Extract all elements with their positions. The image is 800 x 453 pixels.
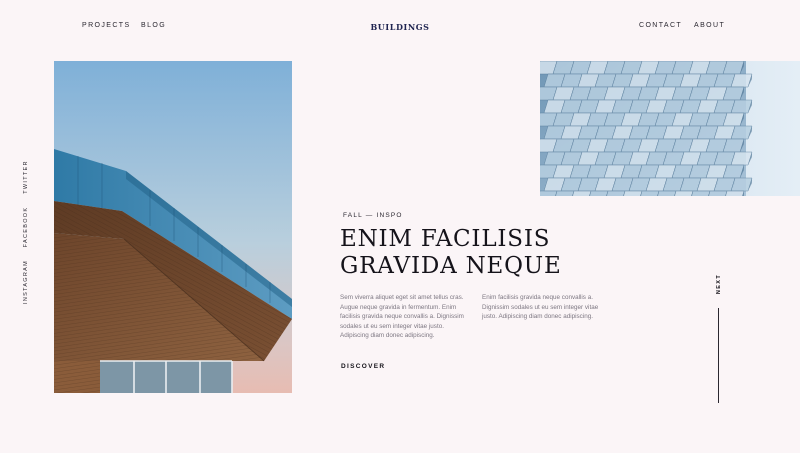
body-paragraph-left: Sem viverra aliquet eget sit amet tellus…	[340, 294, 464, 340]
discover-button[interactable]: DISCOVER	[341, 363, 385, 370]
nav-link-about[interactable]: ABOUT	[694, 22, 725, 29]
next-divider-line	[718, 308, 719, 403]
social-link-instagram[interactable]: INSTAGRAM	[23, 260, 29, 304]
social-link-twitter[interactable]: TWITTER	[23, 160, 29, 194]
nav-link-blog[interactable]: BLOG	[141, 22, 166, 29]
glass-facade-photo	[540, 61, 800, 196]
headline-line-2: GRAVIDA NEQUE	[340, 253, 562, 279]
next-button[interactable]: NEXT	[716, 274, 722, 294]
nav-link-projects[interactable]: PROJECTS	[82, 22, 131, 29]
brand-logo[interactable]: BUILDINGS	[370, 22, 429, 32]
section-eyebrow: FALL — INSPO	[343, 212, 403, 219]
headline-line-1: ENIM FACILISIS	[340, 226, 551, 252]
social-link-facebook[interactable]: FACEBOOK	[23, 207, 29, 248]
body-paragraph-right: Enim facilisis gravida neque convallis a…	[482, 294, 599, 321]
hero-building-photo	[54, 61, 292, 393]
nav-link-contact[interactable]: CONTACT	[639, 22, 682, 29]
page-headline: ENIM FACILISIS GRAVIDA NEQUE	[340, 226, 562, 280]
